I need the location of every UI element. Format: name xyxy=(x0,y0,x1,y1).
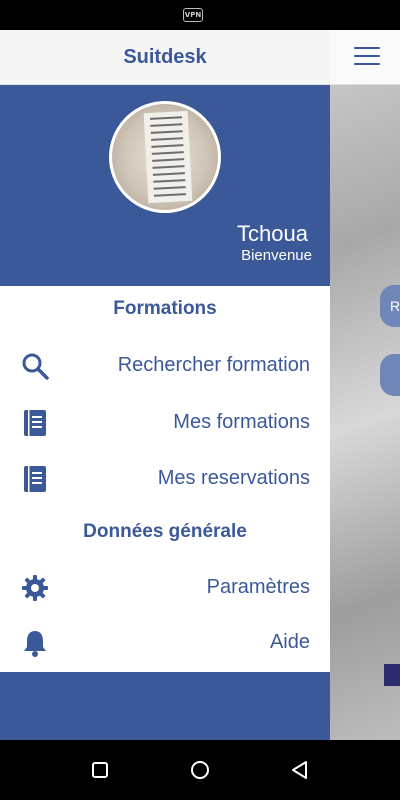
drawer-header: Suitdesk xyxy=(0,30,330,85)
background-app: R xyxy=(330,30,400,740)
gear-icon xyxy=(22,575,48,601)
navigation-drawer: Suitdesk Tchoua Bienvenue Formations Rec… xyxy=(0,30,330,740)
background-app-bar xyxy=(330,30,400,85)
home-icon[interactable] xyxy=(188,758,212,782)
bell-icon xyxy=(24,631,46,657)
menu-item-parametres[interactable]: Paramètres xyxy=(0,561,330,613)
avatar[interactable] xyxy=(109,101,221,213)
section-title-donnees-generale: Données générale xyxy=(83,521,247,542)
menu-item-aide[interactable]: Aide xyxy=(0,616,330,668)
system-nav-bar xyxy=(0,740,400,800)
share-icon[interactable] xyxy=(384,664,400,686)
app-title: Suitdesk xyxy=(123,46,207,68)
search-icon xyxy=(22,353,49,380)
status-bar: VPN xyxy=(0,0,400,30)
menu-item-rechercher-formation[interactable]: Rechercher formation xyxy=(0,339,330,391)
profile-header: Tchoua Bienvenue xyxy=(0,85,330,286)
menu-item-label: Paramètres xyxy=(206,576,310,598)
menu-item-label: Aide xyxy=(269,631,310,653)
menu-item-label: Mes formations xyxy=(173,411,310,433)
section-title-formations: Formations xyxy=(113,298,217,319)
menu-item-label: Rechercher formation xyxy=(117,354,310,376)
menu-item-label: Mes reservations xyxy=(157,467,310,489)
background-button[interactable]: R xyxy=(380,285,400,327)
drawer-menu: Formations Rechercher formation Mes form… xyxy=(0,286,330,672)
back-icon[interactable] xyxy=(288,758,312,782)
drawer-footer xyxy=(0,672,330,740)
welcome-text: Bienvenue xyxy=(241,247,312,264)
notebook-icon xyxy=(24,466,46,492)
avatar-photo xyxy=(143,110,193,204)
background-button-2[interactable] xyxy=(380,354,400,396)
notebook-icon xyxy=(24,410,46,436)
recents-icon[interactable] xyxy=(88,758,112,782)
user-name: Tchoua xyxy=(237,221,308,246)
vpn-badge: VPN xyxy=(183,8,203,22)
hamburger-menu-icon[interactable] xyxy=(354,47,380,67)
menu-item-mes-formations[interactable]: Mes formations xyxy=(0,396,330,448)
menu-item-mes-reservations[interactable]: Mes reservations xyxy=(0,452,330,504)
